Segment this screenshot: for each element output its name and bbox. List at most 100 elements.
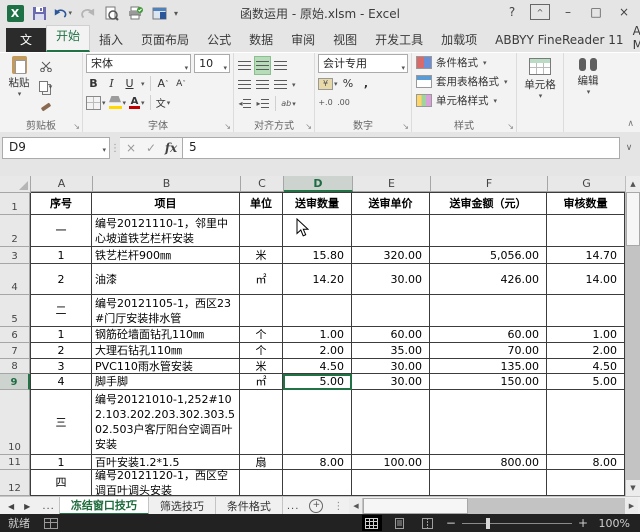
tab-审阅[interactable]: 审阅 bbox=[282, 28, 324, 52]
save-icon[interactable] bbox=[30, 4, 48, 22]
align-right-icon[interactable] bbox=[273, 76, 288, 93]
page-layout-view-icon[interactable] bbox=[390, 515, 410, 531]
cell-C11[interactable]: 扇 bbox=[240, 455, 283, 470]
cell-D7[interactable]: 2.00 bbox=[283, 343, 352, 359]
page-break-view-icon[interactable] bbox=[418, 515, 438, 531]
middle-align-icon[interactable] bbox=[255, 57, 270, 74]
cell-A4[interactable]: 2 bbox=[30, 264, 92, 295]
cell-D11[interactable]: 8.00 bbox=[283, 455, 352, 470]
cell-F5[interactable] bbox=[430, 295, 547, 327]
decrease-decimal-icon[interactable]: .00 bbox=[336, 94, 351, 111]
cell-E1[interactable]: 送审单价 bbox=[352, 192, 430, 215]
cell-C7[interactable]: 个 bbox=[240, 343, 283, 359]
macro-record-icon[interactable] bbox=[44, 518, 58, 529]
row-header-6[interactable]: 6 bbox=[0, 327, 30, 343]
name-box-splitter[interactable]: ⋮ bbox=[110, 137, 120, 159]
cell-C10[interactable] bbox=[240, 390, 283, 455]
sheet-tab-冻结窗口技巧[interactable]: 冻结窗口技巧 bbox=[59, 497, 149, 515]
print-preview-icon[interactable] bbox=[102, 4, 120, 22]
column-header-D[interactable]: D bbox=[284, 176, 353, 192]
align-center-icon[interactable] bbox=[255, 76, 270, 93]
phonetic-guide-icon[interactable]: 文▾ bbox=[156, 94, 171, 111]
cell-C3[interactable]: 米 bbox=[240, 247, 283, 264]
cell-D6[interactable]: 1.00 bbox=[283, 327, 352, 343]
row-header-5[interactable]: 5 bbox=[0, 295, 30, 327]
cell-E8[interactable]: 30.00 bbox=[352, 359, 430, 374]
cell-F10[interactable] bbox=[430, 390, 547, 455]
cells-button[interactable]: 单元格 ▾ bbox=[517, 53, 563, 100]
tab-file[interactable]: 文件 bbox=[6, 28, 46, 52]
cell-F9[interactable]: 150.00 bbox=[430, 374, 547, 390]
restore-icon[interactable]: □ bbox=[584, 2, 608, 22]
grow-font-button[interactable]: Aˆ bbox=[156, 75, 171, 92]
cell-A7[interactable]: 2 bbox=[30, 343, 92, 359]
cell-G3[interactable]: 14.70 bbox=[547, 247, 625, 264]
tab-页面布局[interactable]: 页面布局 bbox=[132, 28, 198, 52]
cell-B7[interactable]: 大理石钻孔110㎜ bbox=[92, 343, 240, 359]
sheet-overflow-right[interactable]: ... bbox=[283, 497, 304, 515]
cell-F3[interactable]: 5,056.00 bbox=[430, 247, 547, 264]
cell-styles-button[interactable]: 单元格样式▾ bbox=[412, 91, 516, 110]
cell-E11[interactable]: 100.00 bbox=[352, 455, 430, 470]
cell-A10[interactable]: 三 bbox=[30, 390, 92, 455]
minimize-icon[interactable]: – bbox=[556, 2, 580, 22]
copy-icon[interactable]: ▾ bbox=[38, 78, 53, 95]
sheet-overflow-left[interactable]: ... bbox=[38, 497, 59, 515]
comma-style-icon[interactable]: , bbox=[359, 75, 374, 92]
cell-C4[interactable]: ㎡ bbox=[240, 264, 283, 295]
select-all-corner[interactable] bbox=[0, 176, 31, 193]
cell-D9[interactable]: 5.00 bbox=[283, 374, 352, 390]
number-format-combo[interactable]: 会计专用▾ bbox=[318, 54, 408, 73]
scroll-right-icon[interactable]: ▶ bbox=[625, 498, 638, 514]
cell-D3[interactable]: 15.80 bbox=[283, 247, 352, 264]
zoom-in-icon[interactable]: + bbox=[578, 516, 588, 530]
cell-C2[interactable] bbox=[240, 215, 283, 247]
cell-E5[interactable] bbox=[352, 295, 430, 327]
redo-icon[interactable] bbox=[78, 4, 96, 22]
cell-C1[interactable]: 单位 bbox=[240, 192, 283, 215]
cell-B6[interactable]: 钢筋砼墙面钻孔110㎜ bbox=[92, 327, 240, 343]
row-header-7[interactable]: 7 bbox=[0, 343, 30, 359]
sheet-nav-right-icon[interactable]: ▶ bbox=[24, 502, 30, 511]
cell-D1[interactable]: 送审数量 bbox=[283, 192, 352, 215]
cell-E9[interactable]: 30.00 bbox=[352, 374, 430, 390]
normal-view-icon[interactable] bbox=[362, 515, 382, 531]
cancel-icon[interactable]: × bbox=[122, 141, 140, 155]
cell-G8[interactable]: 4.50 bbox=[547, 359, 625, 374]
styles-dialog-launcher-icon[interactable]: ↘ bbox=[507, 123, 514, 131]
zoom-thumb[interactable] bbox=[486, 518, 490, 529]
cell-G5[interactable] bbox=[547, 295, 625, 327]
formula-input[interactable]: 5 bbox=[183, 137, 620, 159]
shrink-font-button[interactable]: Aˇ bbox=[174, 75, 189, 92]
alignment-dialog-launcher-icon[interactable]: ↘ bbox=[305, 123, 312, 131]
help-icon[interactable]: ? bbox=[500, 2, 524, 22]
clipboard-dialog-launcher-icon[interactable]: ↘ bbox=[73, 123, 80, 131]
cell-A6[interactable]: 1 bbox=[30, 327, 92, 343]
cell-D2[interactable] bbox=[283, 215, 352, 247]
cell-A3[interactable]: 1 bbox=[30, 247, 92, 264]
column-header-A[interactable]: A bbox=[31, 176, 93, 192]
italic-button[interactable]: I bbox=[104, 75, 119, 92]
bottom-align-icon[interactable] bbox=[273, 57, 288, 74]
cell-D12[interactable] bbox=[283, 470, 352, 496]
horizontal-scrollbar[interactable]: ◀ ▶ bbox=[349, 498, 638, 514]
cell-E12[interactable] bbox=[352, 470, 430, 496]
font-dialog-launcher-icon[interactable]: ↘ bbox=[224, 123, 231, 131]
format-as-table-button[interactable]: 套用表格格式▾ bbox=[412, 72, 516, 91]
row-header-3[interactable]: 3 bbox=[0, 247, 30, 264]
undo-icon[interactable]: ▾ bbox=[54, 4, 72, 22]
cell-A2[interactable]: 一 bbox=[30, 215, 92, 247]
column-header-G[interactable]: G bbox=[548, 176, 626, 192]
row-header-12[interactable]: 12 bbox=[0, 470, 30, 496]
new-sheet-button[interactable]: + bbox=[303, 497, 329, 515]
sheet-nav-left-icon[interactable]: ◀ bbox=[8, 502, 14, 511]
cell-G11[interactable]: 8.00 bbox=[547, 455, 625, 470]
cell-E2[interactable] bbox=[352, 215, 430, 247]
cell-D5[interactable] bbox=[283, 295, 352, 327]
switch-windows-icon[interactable] bbox=[150, 4, 168, 22]
column-header-F[interactable]: F bbox=[431, 176, 548, 192]
format-painter-icon[interactable] bbox=[38, 98, 53, 115]
conditional-formatting-button[interactable]: 条件格式▾ bbox=[412, 53, 516, 72]
top-align-icon[interactable] bbox=[237, 57, 252, 74]
cell-G4[interactable]: 14.00 bbox=[547, 264, 625, 295]
